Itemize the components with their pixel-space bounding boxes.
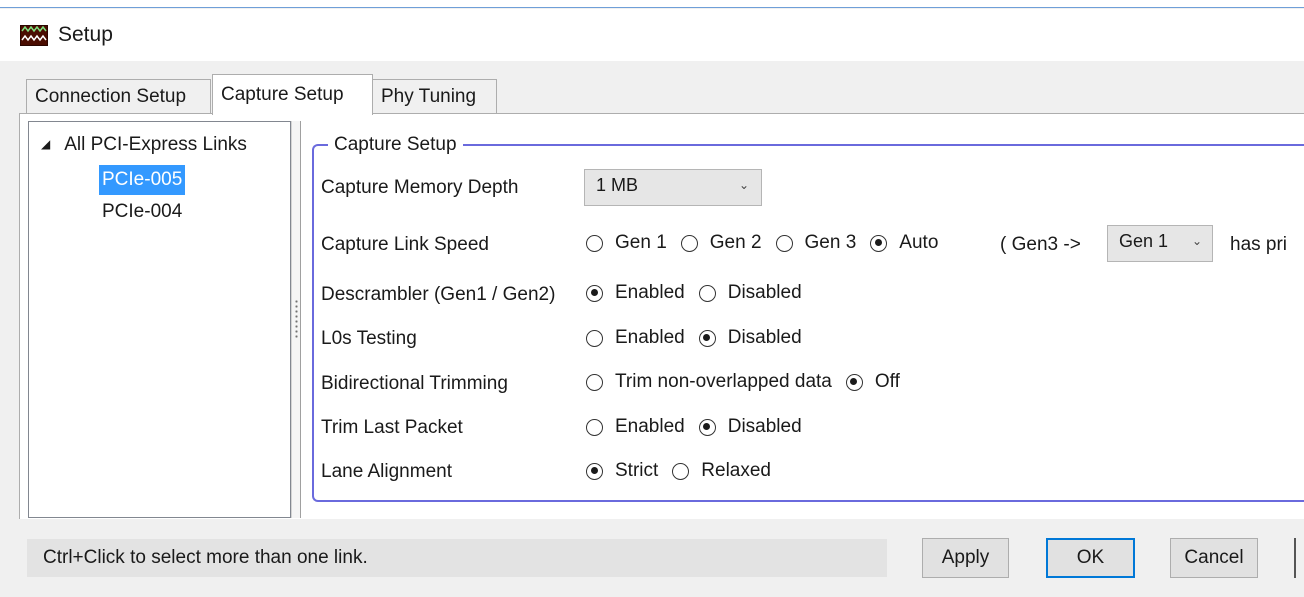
radio-label: Enabled [615,282,685,303]
tree-root-all-links[interactable]: ◢ All PCI-Express Links [41,134,247,156]
l0s-testing-radio-group: Enabled Disabled [586,327,816,349]
link-speed-radio-group: Gen 1 Gen 2 Gen 3 Auto [586,232,952,254]
cancel-button[interactable]: Cancel [1170,538,1258,578]
radio-circle-icon[interactable] [775,234,793,252]
tree-item-pcie-005[interactable]: PCIe-005 [99,165,186,195]
radio-circle-icon[interactable] [672,462,690,480]
tab-phy-tuning[interactable]: Phy Tuning [372,79,497,114]
descrambler-label: Descrambler (Gen1 / Gen2) [321,284,556,305]
status-hint: Ctrl+Click to select more than one link. [27,539,887,577]
radio-label: Trim non-overlapped data [615,371,832,392]
radio-label: Disabled [727,416,802,437]
radio-lane-strict[interactable]: Strict [586,460,658,482]
window-title: Setup [58,23,113,46]
radio-circle-icon[interactable] [586,373,603,391]
apply-button[interactable]: Apply [922,538,1009,578]
radio-circle-checked-icon[interactable] [586,462,603,480]
radio-label: Enabled [615,416,685,437]
radio-circle-icon[interactable] [586,234,603,252]
expand-arrow-icon[interactable]: ◢ [41,137,50,151]
radio-label: Enabled [615,327,685,348]
radio-lane-relaxed[interactable]: Relaxed [672,460,771,482]
radio-gen1-label: Gen 1 [615,232,667,253]
radio-circle-checked-icon[interactable] [698,329,716,347]
ok-button[interactable]: OK [1046,538,1135,578]
radio-circle-checked-icon[interactable] [586,284,603,302]
tab-content-panel: ◢ All PCI-Express Links PCIe-005 PCIe-004… [19,113,1304,519]
radio-gen1[interactable]: Gen 1 [586,232,667,254]
bidirectional-trimming-label: Bidirectional Trimming [321,373,508,394]
lane-alignment-radio-group: Strict Relaxed [586,460,785,482]
lane-alignment-label: Lane Alignment [321,461,452,482]
tab-connection-setup[interactable]: Connection Setup [26,79,211,114]
radio-gen3-label: Gen 3 [804,232,857,253]
bidirectional-trimming-radio-group: Trim non-overlapped data Off [586,371,914,393]
radio-auto-label: Auto [899,232,939,253]
priority-note-suffix: has pri [1230,234,1288,255]
radio-l0s-disabled[interactable]: Disabled [698,327,802,349]
priority-gen-dropdown[interactable]: Gen 1 ⌄ [1107,225,1213,262]
title-bar: Setup [0,9,1304,61]
pane-splitter[interactable] [291,121,301,518]
priority-note-prefix: ( Gen3 -> [1000,234,1081,255]
radio-label: Relaxed [701,460,771,481]
tab-capture-setup[interactable]: Capture Setup [212,74,373,115]
radio-l0s-enabled[interactable]: Enabled [586,327,685,349]
memory-depth-dropdown[interactable]: 1 MB ⌄ [584,169,762,206]
trim-last-packet-radio-group: Enabled Disabled [586,416,816,438]
radio-trim-last-enabled[interactable]: Enabled [586,416,685,438]
radio-circle-checked-icon[interactable] [698,418,716,436]
radio-circle-checked-icon[interactable] [870,234,888,252]
priority-gen-value: Gen 1 [1119,231,1169,251]
radio-label: Disabled [727,282,802,303]
radio-gen3[interactable]: Gen 3 [775,232,857,254]
chevron-down-icon: ⌄ [739,178,750,192]
chevron-down-icon: ⌄ [1192,234,1203,248]
radio-gen2-label: Gen 2 [709,232,762,253]
link-speed-label: Capture Link Speed [321,234,489,255]
radio-gen2[interactable]: Gen 2 [680,232,762,254]
radio-circle-icon[interactable] [586,418,603,436]
radio-label: Disabled [727,327,802,348]
radio-circle-icon[interactable] [698,284,716,302]
radio-trim-non-overlapped[interactable]: Trim non-overlapped data [586,371,832,393]
radio-trim-last-disabled[interactable]: Disabled [698,416,802,438]
radio-auto[interactable]: Auto [870,232,938,254]
radio-descrambler-enabled[interactable]: Enabled [586,282,685,304]
offscreen-button-edge [1294,538,1296,578]
radio-circle-icon[interactable] [680,234,698,252]
radio-circle-icon[interactable] [586,329,603,347]
tree-item-pcie-004[interactable]: PCIe-004 [99,197,185,227]
radio-label: Off [874,371,900,392]
splitter-grip-icon[interactable] [295,299,298,339]
descrambler-radio-group: Enabled Disabled [586,282,816,304]
link-tree[interactable]: ◢ All PCI-Express Links PCIe-005 PCIe-004 [28,121,291,518]
trim-last-packet-label: Trim Last Packet [321,417,463,438]
radio-descrambler-disabled[interactable]: Disabled [698,282,802,304]
capture-setup-group-title: Capture Setup [328,133,463,157]
l0s-testing-label: L0s Testing [321,328,417,349]
app-waveform-icon [20,25,48,46]
radio-label: Strict [615,460,659,481]
window-top-edge [0,0,1304,8]
memory-depth-value: 1 MB [596,175,639,195]
tree-root-label: All PCI-Express Links [64,134,247,155]
radio-trim-off[interactable]: Off [845,371,900,393]
radio-circle-checked-icon[interactable] [845,373,863,391]
memory-depth-label: Capture Memory Depth [321,177,519,198]
